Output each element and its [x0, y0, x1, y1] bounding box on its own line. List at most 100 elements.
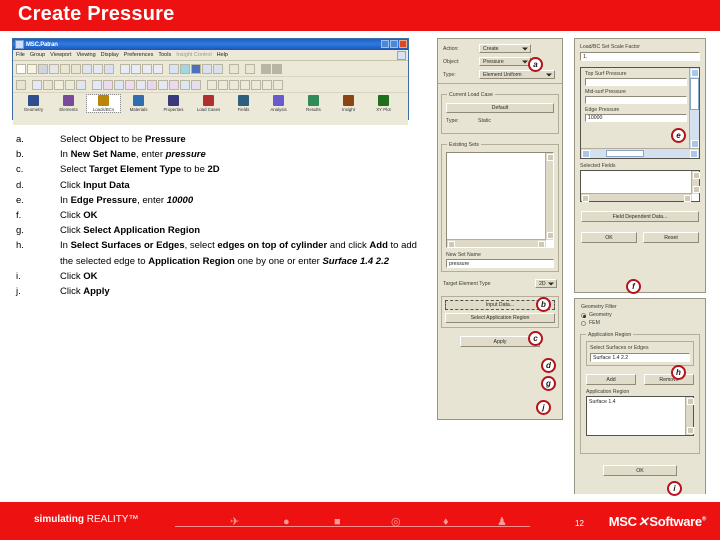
view-rotate2-icon[interactable] [251, 79, 261, 90]
target-element-type-dropdown[interactable]: 2D [535, 279, 557, 288]
action-dropdown[interactable]: Create [479, 44, 531, 53]
zoom-in-icon[interactable] [273, 79, 283, 90]
app-button-elements[interactable]: Elements [52, 95, 85, 112]
zoom-out-icon[interactable] [262, 79, 272, 90]
app-button-insight[interactable]: Insight [332, 95, 365, 112]
existing-sets-vscrollbar[interactable] [545, 153, 554, 240]
help-arrow-icon[interactable] [397, 51, 406, 60]
view-right-view-icon[interactable] [240, 79, 250, 90]
app-button-geometry[interactable]: Geometry [17, 95, 50, 112]
view-top-icon[interactable] [191, 63, 201, 74]
radio-fem[interactable]: FEM [581, 320, 699, 326]
scroll-left-icon[interactable] [448, 241, 455, 248]
new-file-icon[interactable] [16, 63, 26, 74]
edge-pressure-input[interactable]: 10000 [585, 114, 687, 122]
menu-help[interactable]: Help [217, 52, 228, 58]
application-region-vscrollbar[interactable] [685, 397, 694, 435]
redo-icon[interactable] [71, 63, 81, 74]
plane-icon[interactable] [191, 79, 201, 90]
reset-graphics-icon[interactable] [93, 63, 103, 74]
close-icon[interactable] [399, 40, 407, 48]
scroll-down-icon[interactable] [547, 232, 554, 239]
scroll-down-icon[interactable] [691, 140, 699, 148]
selected-fields-vscrollbar[interactable] [691, 171, 700, 194]
scroll-up-icon[interactable] [693, 172, 700, 179]
radio-geometry[interactable]: Geometry [581, 312, 699, 318]
existing-sets-hscrollbar[interactable] [447, 239, 546, 248]
mid-surf-pressure-input[interactable] [585, 96, 687, 104]
color-swatch2-icon[interactable] [272, 63, 282, 74]
point-icon[interactable] [92, 79, 102, 90]
selected-fields-hscrollbar[interactable] [581, 193, 692, 202]
undo-icon[interactable] [60, 63, 70, 74]
open-file-icon[interactable] [27, 63, 37, 74]
remove-button[interactable]: Remove [644, 374, 694, 385]
app-button-xy-plot[interactable]: XY Plot [367, 95, 400, 112]
minimize-icon[interactable] [381, 40, 389, 48]
scroll-right-icon[interactable] [690, 150, 698, 158]
view-corner-icon[interactable] [43, 79, 53, 90]
top-surf-pressure-input[interactable] [585, 78, 687, 86]
app-button-fields[interactable]: Fields [227, 95, 260, 112]
scroll-up-icon[interactable] [547, 154, 554, 161]
current-load-case-button[interactable]: Default [446, 103, 554, 113]
view-left-view-icon[interactable] [229, 79, 239, 90]
view-front-view-icon[interactable] [207, 79, 217, 90]
scroll-up-icon[interactable] [687, 398, 694, 405]
app-button-loads-bcs[interactable]: Loads/BCs [86, 94, 121, 113]
fit-view-icon[interactable] [104, 63, 114, 74]
app-button-analysis[interactable]: Analysis [262, 95, 295, 112]
scroll-left-icon[interactable] [582, 195, 589, 202]
select-entity-icon[interactable] [54, 79, 64, 90]
face-icon[interactable] [158, 79, 168, 90]
scroll-down-icon[interactable] [687, 427, 694, 434]
existing-sets-listbox[interactable] [446, 152, 554, 248]
scroll-right-icon[interactable] [538, 241, 545, 248]
pressure-fields-vscrollbar[interactable] [689, 68, 699, 149]
scroll-thumb[interactable] [690, 78, 699, 110]
scroll-up-icon[interactable] [691, 69, 699, 77]
object-dropdown[interactable]: Pressure [479, 57, 531, 66]
menu-viewport[interactable]: Viewport [50, 52, 71, 58]
named-view-icon[interactable] [32, 79, 42, 90]
ok-button[interactable]: OK [581, 232, 637, 243]
curve-icon[interactable] [103, 79, 113, 90]
field-dependent-data-button[interactable]: Field Dependent Data... [581, 211, 699, 222]
application-region-ok-button[interactable]: OK [603, 465, 677, 476]
reset-button[interactable]: Reset [643, 232, 699, 243]
session-icon[interactable] [82, 63, 92, 74]
surface-icon[interactable] [114, 79, 124, 90]
scroll-down-icon[interactable] [693, 186, 700, 193]
add-button[interactable]: Add [586, 374, 636, 385]
solid-icon[interactable] [125, 79, 135, 90]
select-surfaces-input[interactable]: Surface 1.4 2.2 [590, 353, 690, 362]
group-post-icon[interactable] [16, 79, 26, 90]
plot-erase-icon[interactable] [245, 63, 255, 74]
save-icon[interactable] [38, 63, 48, 74]
scroll-right-icon[interactable] [684, 195, 691, 202]
type-dropdown[interactable]: Element Uniform [479, 70, 555, 79]
menu-tools[interactable]: Tools [158, 52, 171, 58]
scale-factor-input[interactable]: 1. [580, 52, 700, 61]
app-button-load-cases[interactable]: Load Cases [192, 95, 225, 112]
view-iso-icon[interactable] [169, 63, 179, 74]
view-side-icon[interactable] [202, 63, 212, 74]
render-hidden-icon[interactable] [131, 63, 141, 74]
pressure-fields-hscrollbar[interactable] [581, 148, 699, 158]
application-region-listbox[interactable]: Surface 1.4 [586, 396, 694, 436]
app-button-materials[interactable]: Materials [122, 95, 155, 112]
edge-icon[interactable] [147, 79, 157, 90]
menu-file[interactable]: File [16, 52, 25, 58]
entity-filter-icon[interactable] [65, 79, 75, 90]
coord-icon[interactable] [169, 79, 179, 90]
scroll-left-icon[interactable] [582, 150, 590, 158]
element-icon[interactable] [136, 79, 146, 90]
render-shaded-icon[interactable] [142, 63, 152, 74]
new-set-name-input[interactable]: pressure [446, 259, 554, 268]
menu-viewing[interactable]: Viewing [76, 52, 95, 58]
app-button-properties[interactable]: Properties [157, 95, 190, 112]
render-smooth-icon[interactable] [153, 63, 163, 74]
menu-group[interactable]: Group [30, 52, 45, 58]
menu-display[interactable]: Display [101, 52, 119, 58]
render-wireframe-icon[interactable] [120, 63, 130, 74]
